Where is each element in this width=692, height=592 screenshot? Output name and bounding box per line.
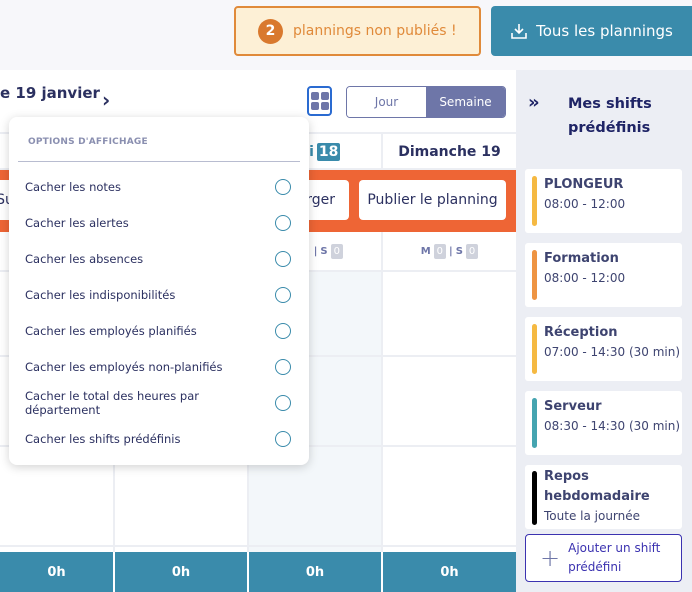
sidebar-title: Mes shifts prédéfinis (568, 96, 652, 136)
predefined-shift-card[interactable]: Réception 07:00 - 14:30 (30 min) (525, 317, 682, 381)
day-total: 0h (115, 552, 247, 592)
day-total: 0h (249, 552, 381, 592)
next-week-button[interactable]: › (102, 88, 110, 112)
radio-button[interactable] (275, 287, 291, 303)
day-total: 0h (383, 552, 516, 592)
option-hide-planned[interactable]: Cacher les employés planifiés (25, 321, 291, 341)
unpublished-alert[interactable]: 2 plannings non publiés ! (234, 6, 481, 56)
radio-button[interactable] (275, 431, 291, 447)
radio-button[interactable] (275, 215, 291, 231)
option-hide-unavailabilities[interactable]: Cacher les indisponibilités (25, 285, 291, 305)
option-hide-predefined-shifts[interactable]: Cacher les shifts prédéfinis (25, 429, 291, 449)
divider (18, 161, 300, 162)
day-header-sunday[interactable]: Dimanche 19 (383, 136, 516, 168)
today-badge: 18 (316, 143, 341, 161)
option-hide-unplanned[interactable]: Cacher les employés non-planifiés (25, 357, 291, 377)
publish-planning-button[interactable]: Publier le planning (359, 180, 506, 220)
plus-icon: + (540, 544, 561, 572)
display-options-button[interactable] (307, 86, 332, 116)
view-week-button[interactable]: Semaine (426, 87, 505, 117)
chevron-right-icon: › (102, 88, 111, 112)
option-hide-notes[interactable]: Cacher les notes (25, 177, 291, 197)
predefined-shift-card[interactable]: Repos hebdomadaire Toute la journée (525, 465, 682, 529)
shift-counts: M 0 | S 0 (383, 240, 516, 262)
divider (0, 545, 516, 547)
current-date: e 19 janvier (0, 84, 100, 102)
radio-button[interactable] (275, 395, 291, 411)
radio-button[interactable] (275, 251, 291, 267)
view-toggle: Jour Semaine (346, 86, 506, 118)
radio-button[interactable] (275, 323, 291, 339)
dropdown-title: OPTIONS D'AFFICHAGE (28, 137, 148, 147)
add-predefined-shift-button[interactable]: + Ajouter un shift prédéfini (525, 534, 682, 582)
option-hide-alerts[interactable]: Cacher les alertes (25, 213, 291, 233)
predefined-shift-card[interactable]: PLONGEUR 08:00 - 12:00 (525, 169, 682, 233)
alert-count-badge: 2 (258, 18, 283, 44)
predefined-shift-card[interactable]: Serveur 08:30 - 14:30 (30 min) (525, 391, 682, 455)
double-chevron-right-icon: » (528, 92, 540, 113)
collapse-sidebar-button[interactable]: » (528, 92, 540, 113)
option-hide-dept-totals[interactable]: Cacher le total des heures par départeme… (25, 389, 291, 417)
all-plannings-button[interactable]: Tous les plannings (491, 6, 692, 56)
day-total: 0h (0, 552, 113, 592)
all-plannings-label: Tous les plannings (536, 22, 673, 40)
view-day-button[interactable]: Jour (347, 87, 426, 117)
predefined-shift-card[interactable]: Formation 08:00 - 12:00 (525, 243, 682, 307)
option-hide-absences[interactable]: Cacher les absences (25, 249, 291, 269)
radio-button[interactable] (275, 179, 291, 195)
radio-button[interactable] (275, 359, 291, 375)
download-icon (511, 24, 527, 39)
display-options-dropdown: OPTIONS D'AFFICHAGE Cacher les notes Cac… (9, 117, 309, 465)
grid-icon (310, 92, 319, 100)
alert-text: plannings non publiés ! (293, 23, 457, 39)
